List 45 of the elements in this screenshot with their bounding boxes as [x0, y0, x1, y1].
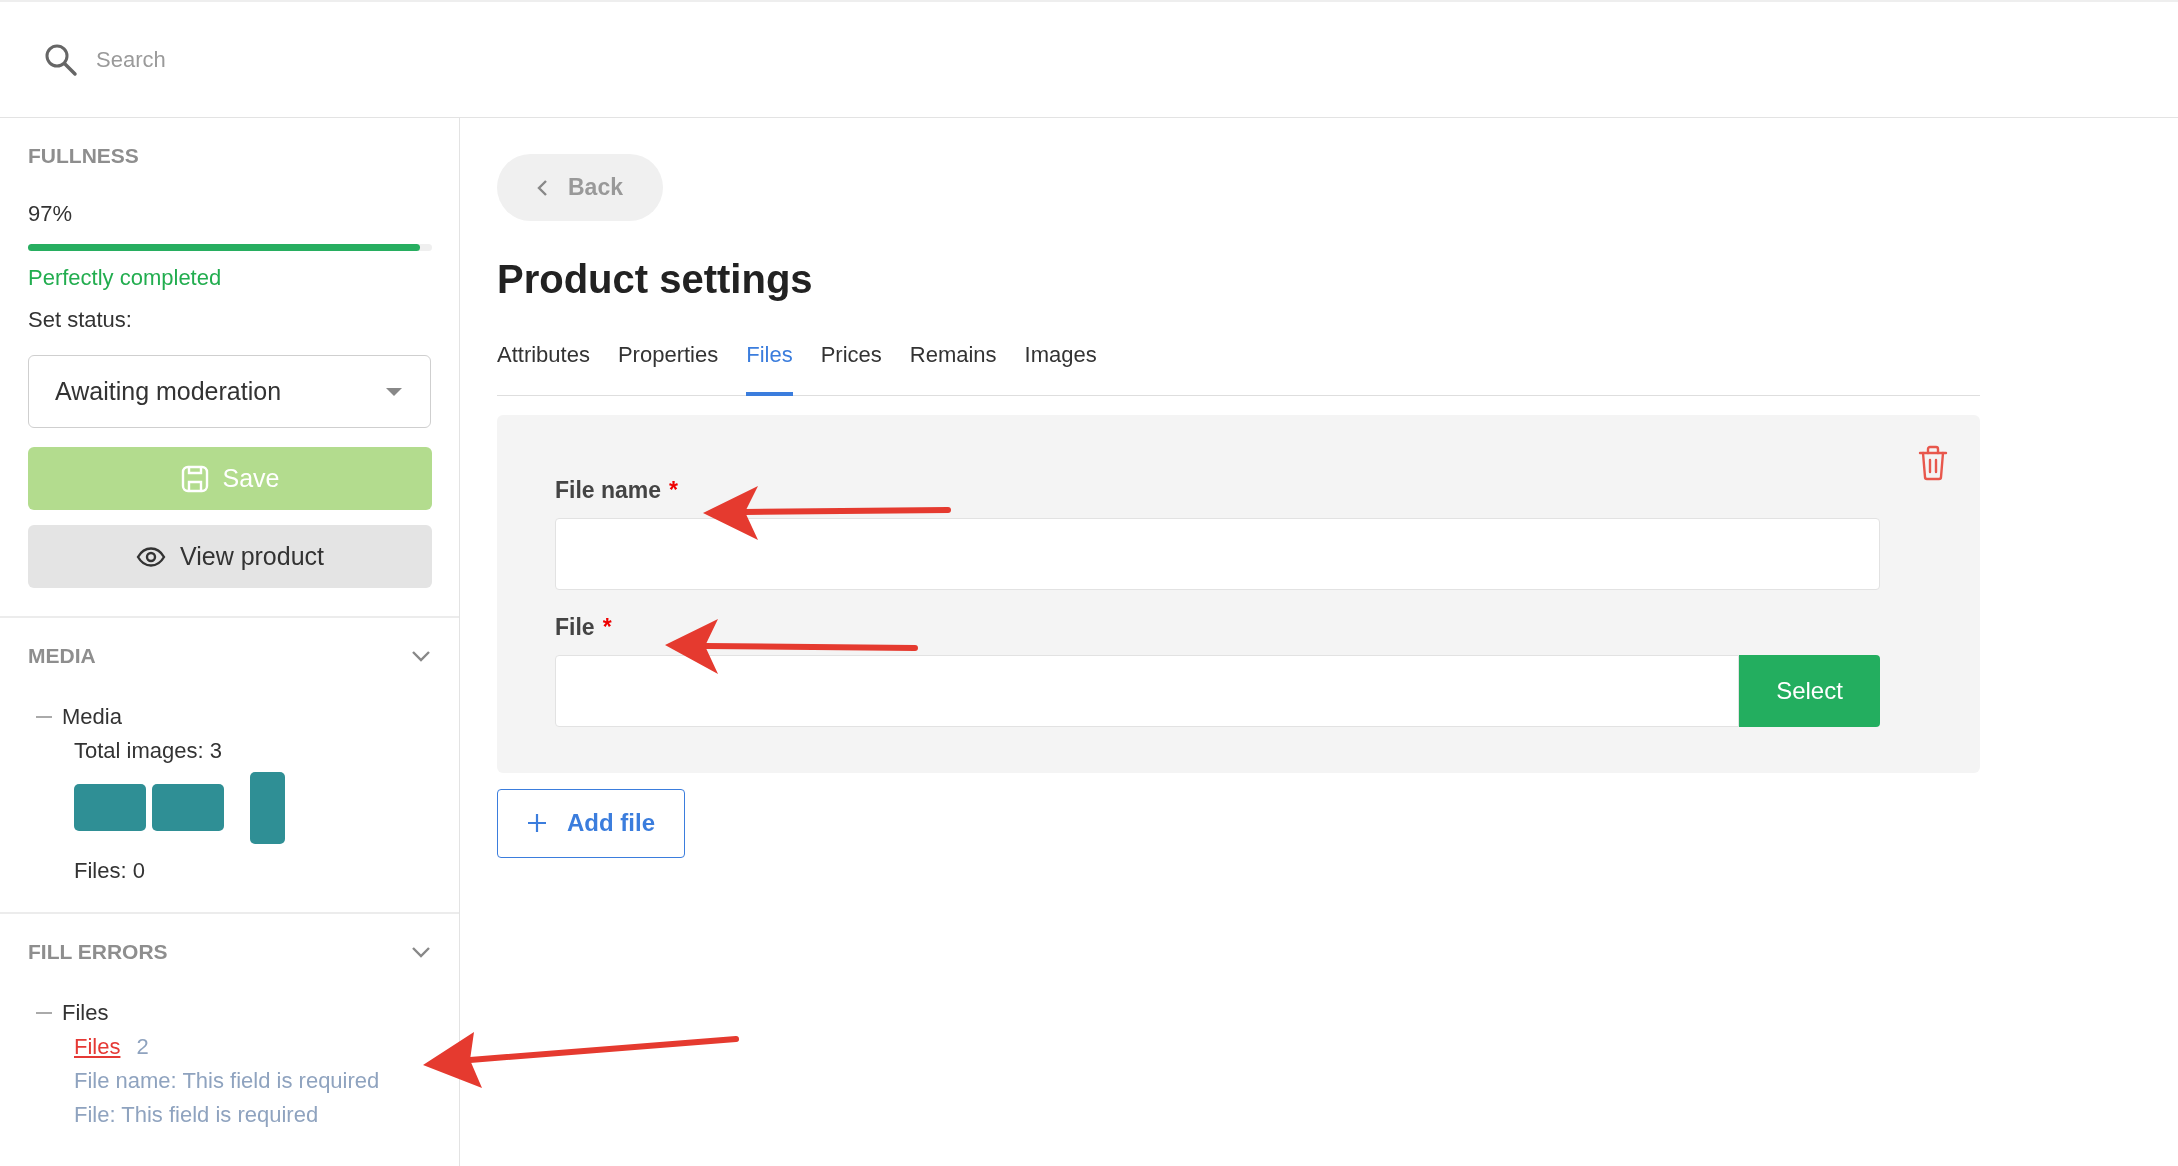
- image-count: Total images: 3: [74, 738, 222, 763]
- tab[interactable]: Remains: [909, 342, 997, 396]
- plus-icon: [527, 813, 547, 833]
- chevron-left-icon: [537, 178, 548, 197]
- tab[interactable]: Files: [746, 342, 793, 396]
- tree-item[interactable]: Files: [62, 1000, 109, 1026]
- status-label: Set status:: [28, 307, 132, 332]
- tree-dash-icon: [36, 716, 52, 718]
- completion-status: Perfectly completed: [28, 265, 222, 290]
- file-path-field[interactable]: [555, 654, 1739, 727]
- field-label: File name: [555, 476, 662, 504]
- error-message: File: This field is required: [74, 1102, 319, 1127]
- tree-item[interactable]: Media: [62, 704, 122, 730]
- required-mark: *: [602, 613, 612, 641]
- add-file-button[interactable]: Add file: [497, 788, 685, 858]
- photo-placeholder: [152, 784, 224, 831]
- eye-icon: [135, 546, 166, 567]
- tree-dash-icon: [36, 1012, 52, 1014]
- tab[interactable]: Properties: [617, 342, 719, 396]
- file-name-field[interactable]: [555, 517, 1880, 590]
- search-field[interactable]: Search: [94, 45, 598, 74]
- caret-icon: [386, 387, 402, 396]
- tab[interactable]: Images: [1024, 342, 1097, 396]
- chevron-down-icon[interactable]: [411, 650, 431, 662]
- tab[interactable]: Attributes: [497, 342, 590, 396]
- trash-icon[interactable]: [1918, 444, 1948, 481]
- page-title: Product settings: [497, 257, 813, 301]
- search-icon: [44, 42, 78, 77]
- chevron-down-icon[interactable]: [411, 946, 431, 958]
- tab[interactable]: Prices: [820, 342, 882, 396]
- section-title: MEDIA: [28, 644, 96, 668]
- status-dropdown[interactable]: Awaiting moderation: [28, 355, 431, 428]
- section-title: FULLNESS: [28, 144, 139, 168]
- error-count: 2: [136, 1034, 149, 1059]
- fullness-percent: 97%: [28, 201, 73, 226]
- view-product-button[interactable]: View product: [28, 525, 432, 588]
- required-mark: *: [669, 476, 679, 504]
- field-label: File: [555, 613, 595, 641]
- error-link[interactable]: Files: [74, 1034, 121, 1059]
- photo-placeholder: [250, 772, 285, 844]
- error-message: File name: This field is required: [74, 1068, 380, 1093]
- photo-placeholder: [74, 784, 146, 831]
- save-icon: [180, 464, 209, 493]
- file-count: Files: 0: [74, 858, 145, 883]
- section-title: FILL ERRORS: [28, 940, 168, 964]
